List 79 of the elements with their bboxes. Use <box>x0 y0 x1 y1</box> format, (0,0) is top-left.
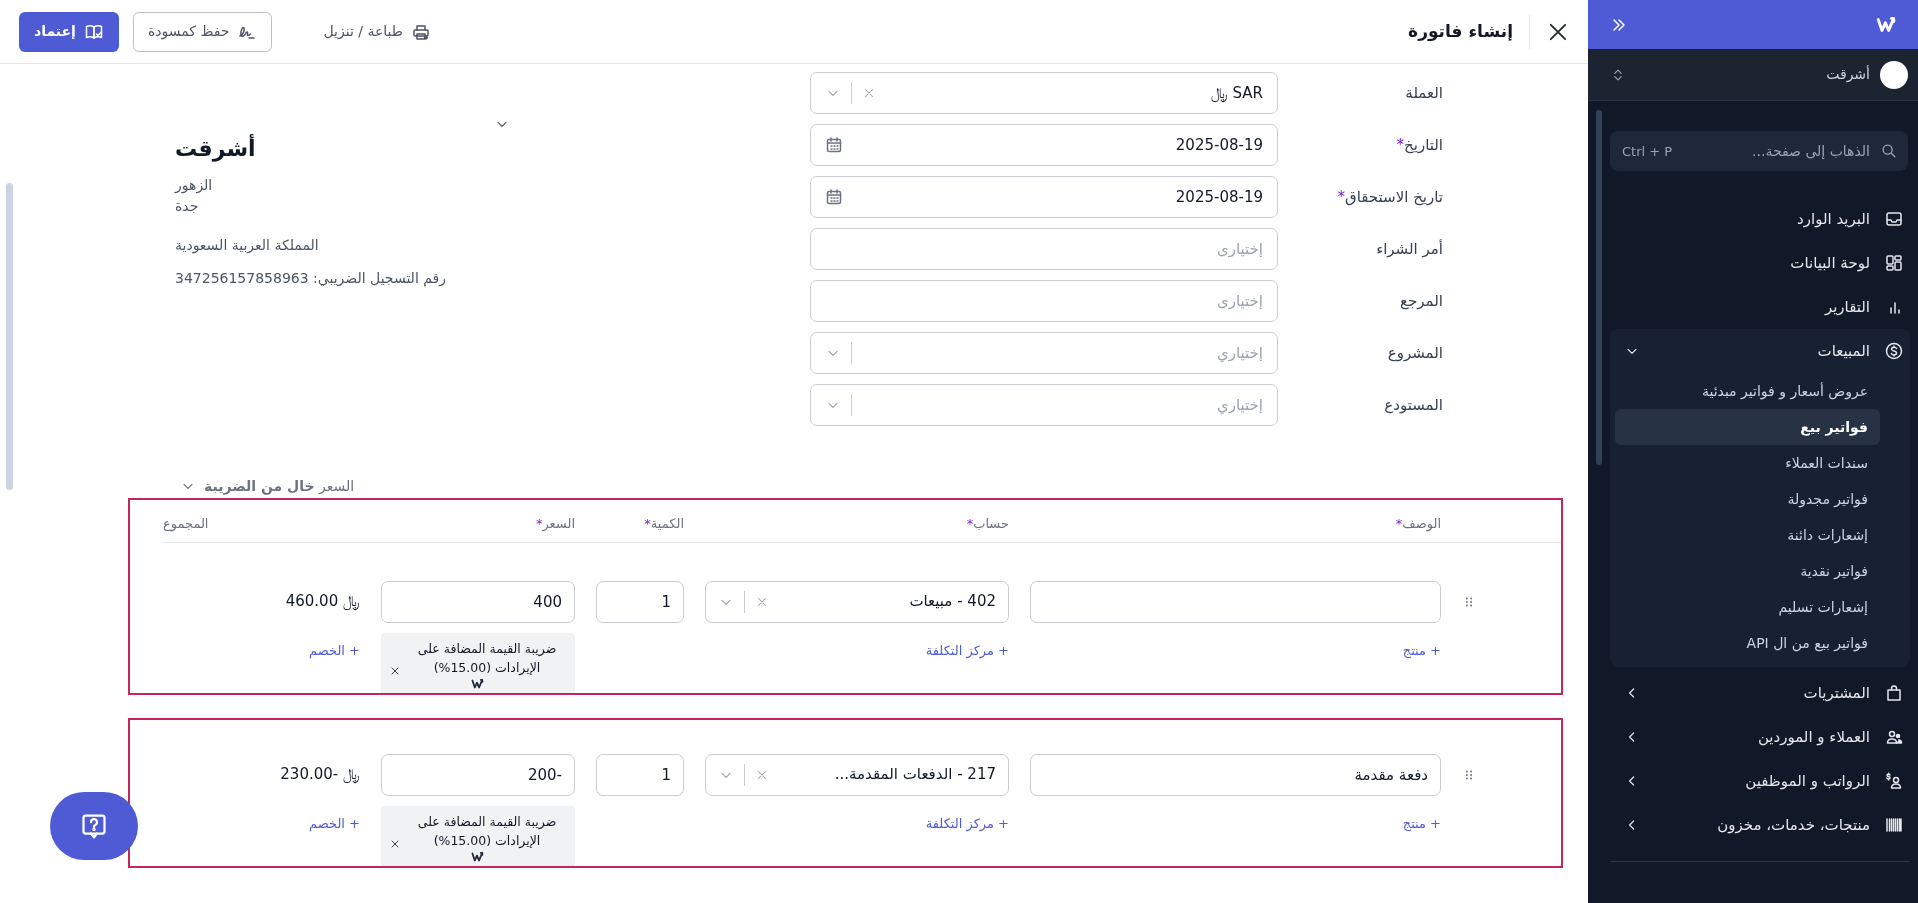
logo-icon <box>470 676 486 691</box>
country-text: المملكة العربية السعودية <box>175 237 319 253</box>
input-field[interactable]: إختيارى <box>810 280 1278 322</box>
field-label: العملة <box>1404 82 1443 104</box>
address-line: الزهور <box>175 177 213 193</box>
submenu-item[interactable]: سندات العملاء <box>1615 445 1880 481</box>
barcode-icon <box>1884 815 1904 835</box>
quantity-field[interactable]: 1 <box>596 753 684 796</box>
input-field[interactable]: إختيارى <box>810 228 1278 270</box>
page-title: إنشاء فاتورة <box>1408 19 1513 43</box>
scrollbar[interactable] <box>6 183 13 490</box>
approve-button[interactable]: إعتماد <box>19 11 119 52</box>
account-select[interactable]: 217 - الدفعات المقدمة... <box>705 753 1009 796</box>
nav-item[interactable]: العملاء و الموردين <box>1610 715 1910 759</box>
description-field[interactable] <box>1030 580 1441 623</box>
description-field[interactable]: دفعة مقدمة <box>1030 753 1441 796</box>
submenu-item[interactable]: فواتير بيع من ال API <box>1615 625 1880 661</box>
price-field[interactable]: 400 <box>381 580 575 623</box>
submenu-item[interactable]: فواتير نقدية <box>1615 553 1880 589</box>
add-cost-center-link[interactable]: + مركز التكلفة <box>925 813 1009 833</box>
submenu-item[interactable]: فواتير مجدولة <box>1615 481 1880 517</box>
add-cost-center-link[interactable]: + مركز التكلفة <box>925 640 1009 660</box>
tax-label: ضريبة القيمة المضافة على الإيرادات (15.00%) <box>416 639 558 677</box>
calendar-icon[interactable] <box>824 135 844 155</box>
bag-icon <box>1884 683 1904 703</box>
column-header: الوصف* <box>1395 516 1441 531</box>
date-field[interactable]: 2025-08-19 <box>810 124 1278 166</box>
organization-switcher[interactable]: أشرقت <box>1588 49 1918 101</box>
field-label: تاريخ الاستحقاق* <box>1336 186 1443 208</box>
avatar <box>1880 60 1908 89</box>
address-line: جدة <box>175 198 199 214</box>
tax-label: ضريبة القيمة المضافة على الإيرادات (15.00%) <box>416 812 558 850</box>
shortcut-label: Ctrl + P <box>1622 143 1673 161</box>
nav-item[interactable]: المبيعات <box>1610 329 1910 373</box>
submenu-item[interactable]: إشعارات تسليم <box>1615 589 1880 625</box>
field-label: المستودع <box>1383 394 1443 416</box>
field-label: التاريخ* <box>1395 134 1443 156</box>
field-label: المرجع <box>1399 290 1443 312</box>
tax-number-text: رقم التسجيل الضريبي: 347256157858963 <box>175 270 446 286</box>
date-field[interactable]: 2025-08-19 <box>810 176 1278 218</box>
customer-name: أشرقت <box>175 133 256 164</box>
quantity-field[interactable]: 1 <box>596 580 684 623</box>
clear-icon[interactable] <box>862 86 876 100</box>
add-discount-link[interactable]: + الخصم <box>309 813 360 833</box>
nav-item[interactable]: البريد الوارد <box>1610 197 1910 241</box>
nav-item[interactable]: الرواتب و الموظفين <box>1610 759 1910 803</box>
select-field[interactable]: SAR ﷼ <box>810 72 1278 114</box>
inbox-icon <box>1884 209 1904 229</box>
nav-item[interactable]: منتجات، خدمات، مخزون <box>1610 803 1910 847</box>
calendar-icon[interactable] <box>824 187 844 207</box>
save-draft-button[interactable]: حفظ كمسودة <box>132 11 273 52</box>
line-total: ﷼ -230.00 <box>280 764 360 786</box>
column-header: الكمية* <box>644 516 684 531</box>
help-icon <box>79 811 109 841</box>
nav-item[interactable]: التقارير <box>1610 285 1910 329</box>
dashboard-icon <box>1884 253 1904 273</box>
add-product-link[interactable]: + منتج <box>1402 640 1441 660</box>
price-field[interactable]: -200 <box>381 753 575 796</box>
print-button[interactable]: طباعة / تنزيل <box>308 11 446 52</box>
nav-item[interactable]: المشتريات <box>1610 671 1910 715</box>
scrollbar[interactable] <box>1596 110 1602 465</box>
add-discount-link[interactable]: + الخصم <box>309 640 360 660</box>
search-icon <box>1880 142 1898 160</box>
line-total: ﷼ 460.00 <box>285 591 360 613</box>
column-header: المجموع <box>163 516 209 531</box>
submenu-item[interactable]: فواتير بيع <box>1615 409 1880 445</box>
submenu-item[interactable]: إشعارات دائنة <box>1615 517 1880 553</box>
column-header: السعر* <box>535 516 575 531</box>
logo-icon <box>470 849 486 864</box>
add-product-link[interactable]: + منتج <box>1402 813 1441 833</box>
account-select[interactable]: 402 - مبيعات <box>705 580 1009 623</box>
nav-item[interactable]: لوحة البيانات <box>1610 241 1910 285</box>
column-header: حساب* <box>966 516 1009 531</box>
field-label: المشروع <box>1386 342 1443 364</box>
field-label: أمر الشراء <box>1375 238 1443 260</box>
price-mode-toggle[interactable]: السعر خال من الضريبة <box>204 475 355 497</box>
salary-icon <box>1884 771 1904 791</box>
submenu-item[interactable]: عروض أسعار و فواتير مبدئية <box>1615 373 1880 409</box>
dollar-icon <box>1884 341 1904 361</box>
